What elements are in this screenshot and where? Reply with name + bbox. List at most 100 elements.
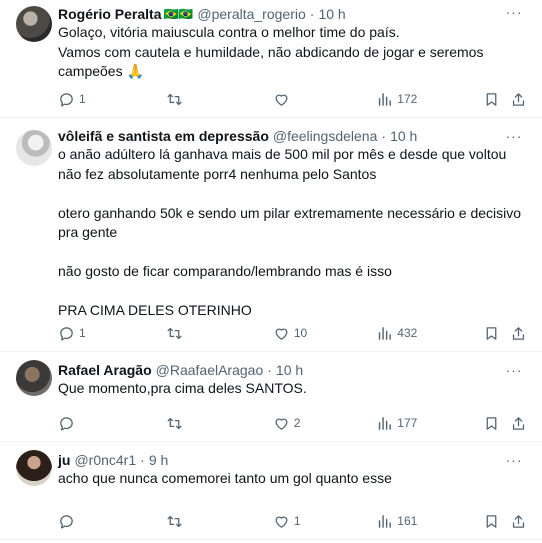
like-count: 1 — [293, 514, 301, 528]
author-handle[interactable]: @peralta_rogerio — [197, 5, 305, 23]
views-button[interactable]: 432 — [376, 325, 482, 342]
tweet-content: Rogério Peralta 🇧🇷🇧🇷 @peralta_rogerio · … — [58, 5, 530, 82]
views-icon — [379, 92, 392, 106]
separator: · — [381, 128, 387, 144]
views-button[interactable]: 161 — [376, 513, 482, 530]
tweet-content: vôleifã e santista em depressão @feeling… — [58, 127, 530, 321]
author-name[interactable]: Rogério Peralta — [58, 5, 161, 23]
retweet-button[interactable] — [166, 513, 272, 530]
bookmark-button[interactable] — [483, 513, 511, 530]
like-icon — [275, 418, 288, 430]
timestamp[interactable]: 10 h — [276, 361, 303, 379]
views-icon — [379, 326, 392, 340]
like-icon — [275, 94, 288, 106]
tweet-header: Rogério Peralta 🇧🇷🇧🇷 @peralta_rogerio · … — [58, 5, 530, 23]
share-icon — [513, 326, 525, 340]
author-handle[interactable]: @r0nc4r1 — [74, 451, 136, 469]
separator: · — [140, 452, 145, 468]
avatar[interactable] — [16, 6, 52, 42]
tweet-header: Rafael Aragão @RaafaelAragao · 10 h — [58, 361, 530, 379]
bookmark-button[interactable] — [483, 91, 511, 108]
tweet[interactable]: vôleifã e santista em depressão @feeling… — [0, 118, 542, 352]
views-button[interactable]: 177 — [376, 415, 482, 432]
tweet[interactable]: Rogério Peralta 🇧🇷🇧🇷 @peralta_rogerio · … — [0, 0, 542, 118]
retweet-icon — [167, 93, 182, 105]
retweet-icon — [167, 327, 182, 339]
reply-button[interactable] — [58, 415, 166, 432]
like-count: 10 — [293, 326, 308, 340]
tweet-header: ju @r0nc4r1 · 9 h — [58, 451, 530, 469]
reply-count: 1 — [79, 326, 86, 340]
avatar[interactable] — [16, 130, 52, 166]
timestamp[interactable]: 10 h — [318, 5, 345, 23]
reply-button[interactable]: 1 — [58, 91, 166, 108]
share-button[interactable] — [510, 513, 530, 530]
tweet-actions: 2 177 — [58, 413, 530, 433]
name-emoji: 🇧🇷🇧🇷 — [163, 7, 194, 21]
views-icon — [379, 514, 392, 528]
reply-button[interactable]: 1 — [58, 325, 166, 342]
share-button[interactable] — [510, 325, 530, 342]
bookmark-icon — [486, 514, 497, 528]
tweet-text: o anão adúltero lá ganhava mais de 500 m… — [58, 146, 522, 318]
tweet-text: Golaço, vitória maiuscula contra o melho… — [58, 24, 484, 79]
like-icon — [275, 328, 288, 340]
more-icon[interactable]: ··· — [504, 128, 524, 144]
author-handle[interactable]: @feelingsdelena — [273, 127, 378, 145]
separator: · — [309, 6, 315, 22]
tweet-text: acho que nunca comemorei tanto um gol qu… — [58, 470, 392, 486]
bookmark-icon — [486, 92, 497, 106]
reply-icon — [60, 326, 73, 341]
views-button[interactable]: 172 — [376, 91, 482, 108]
like-button[interactable] — [273, 91, 376, 108]
reply-icon — [60, 416, 73, 431]
avatar[interactable] — [16, 450, 52, 486]
views-count: 161 — [397, 514, 418, 528]
reply-icon — [60, 514, 73, 529]
timestamp[interactable]: 9 h — [149, 451, 168, 469]
tweet-text: Que momento,pra cima deles SANTOS. — [58, 380, 307, 396]
like-button[interactable]: 2 — [273, 415, 376, 432]
tweet-actions: 1 172 — [58, 89, 530, 109]
share-icon — [513, 514, 525, 528]
more-icon[interactable]: ··· — [504, 362, 524, 378]
more-icon[interactable]: ··· — [504, 452, 524, 468]
reply-icon — [60, 92, 73, 107]
bookmark-button[interactable] — [483, 325, 511, 342]
share-button[interactable] — [510, 91, 530, 108]
reply-button[interactable] — [58, 513, 166, 530]
like-icon — [275, 516, 288, 528]
share-button[interactable] — [510, 415, 530, 432]
share-icon — [513, 92, 525, 106]
more-icon[interactable]: ··· — [504, 4, 524, 20]
author-name[interactable]: ju — [58, 451, 70, 469]
views-count: 177 — [397, 416, 418, 430]
author-name[interactable]: Rafael Aragão — [58, 361, 152, 379]
author-handle[interactable]: @RaafaelAragao — [156, 361, 264, 379]
separator: · — [267, 362, 272, 378]
tweet-actions: 1 161 — [58, 511, 530, 531]
tweet[interactable]: Rafael Aragão @RaafaelAragao · 10 h Que … — [0, 352, 542, 442]
tweet-actions: 1 10 432 — [58, 323, 530, 343]
like-count: 2 — [293, 416, 301, 430]
bookmark-icon — [486, 416, 497, 430]
tweet-content: ju @r0nc4r1 · 9 h acho que nunca comemor… — [58, 451, 530, 489]
reply-feed: Rogério Peralta 🇧🇷🇧🇷 @peralta_rogerio · … — [0, 0, 542, 540]
bookmark-icon — [486, 326, 497, 340]
reply-count: 1 — [79, 92, 86, 106]
tweet[interactable]: ju @r0nc4r1 · 9 h acho que nunca comemor… — [0, 442, 542, 540]
retweet-button[interactable] — [166, 415, 272, 432]
retweet-button[interactable] — [166, 325, 272, 342]
retweet-button[interactable] — [166, 91, 272, 108]
tweet-content: Rafael Aragão @RaafaelAragao · 10 h Que … — [58, 361, 530, 399]
retweet-icon — [167, 417, 182, 429]
share-icon — [513, 416, 525, 430]
like-button[interactable]: 10 — [273, 325, 376, 342]
like-button[interactable]: 1 — [273, 513, 376, 530]
views-icon — [379, 416, 392, 430]
timestamp[interactable]: 10 h — [390, 127, 417, 145]
bookmark-button[interactable] — [483, 415, 511, 432]
views-count: 172 — [397, 92, 418, 106]
author-name[interactable]: vôleifã e santista em depressão — [58, 127, 269, 145]
avatar[interactable] — [16, 360, 52, 396]
